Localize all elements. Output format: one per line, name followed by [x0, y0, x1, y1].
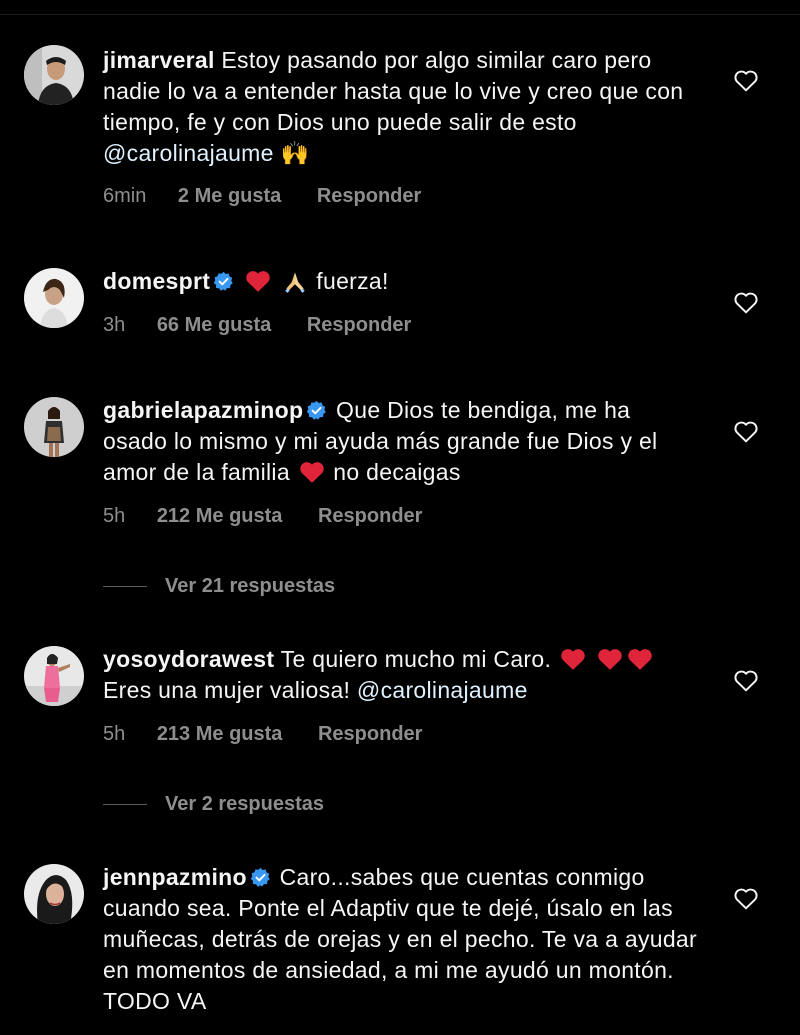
replies-divider: [103, 804, 147, 806]
reply-button[interactable]: Responder: [317, 185, 421, 207]
avatar[interactable]: [24, 268, 84, 328]
avatar[interactable]: [24, 646, 84, 706]
comment-username[interactable]: jennpazmino: [103, 864, 247, 890]
replies-divider: [103, 586, 147, 588]
view-replies-label: Ver 2 respuestas: [165, 793, 324, 815]
red-heart-emoji-icon: [597, 649, 622, 670]
red-heart-emoji-icon: [246, 271, 270, 292]
raised-hands-emoji: 🙌: [273, 140, 310, 166]
heart-outline-icon[interactable]: [733, 290, 759, 314]
comment-text-end: Eres una mujer valiosa!: [103, 677, 357, 703]
comment-time: 6min: [103, 185, 147, 207]
comment-likes[interactable]: 2 Me gusta: [178, 185, 281, 207]
comment-username[interactable]: gabrielapazminop: [103, 397, 303, 423]
heart-outline-icon[interactable]: [733, 419, 759, 443]
view-replies-button[interactable]: Ver 2 respuestas: [103, 793, 324, 816]
comment-time: 3h: [103, 314, 126, 336]
comment-username[interactable]: jimarveral: [103, 47, 215, 73]
heart-outline-icon[interactable]: [733, 886, 759, 910]
view-replies-label: Ver 21 respuestas: [165, 575, 336, 597]
reply-button[interactable]: Responder: [318, 723, 422, 745]
comment-likes[interactable]: 213 Me gusta: [157, 723, 283, 745]
avatar[interactable]: [24, 397, 84, 457]
red-heart-emoji-icon: [627, 649, 652, 670]
mention-link[interactable]: @carolinajaume: [103, 140, 274, 166]
comment-username[interactable]: domesprt: [103, 268, 210, 294]
verified-badge-icon: [213, 271, 233, 291]
red-heart-emoji-icon: [299, 462, 324, 483]
comment-time: 5h: [103, 505, 126, 527]
avatar[interactable]: [24, 864, 84, 924]
comment-time: 5h: [103, 723, 126, 745]
heart-outline-icon[interactable]: [733, 668, 759, 692]
comment-username[interactable]: yosoydorawest: [103, 646, 274, 672]
mention-link[interactable]: @carolinajaume: [357, 677, 528, 703]
reply-button[interactable]: Responder: [318, 505, 422, 527]
comment-text: Te quiero mucho mi Caro.: [280, 646, 558, 672]
reply-button[interactable]: Responder: [307, 314, 411, 336]
avatar[interactable]: [24, 45, 84, 105]
view-replies-button[interactable]: Ver 21 respuestas: [103, 575, 335, 598]
heart-outline-icon[interactable]: [733, 68, 759, 92]
top-divider: [0, 14, 800, 15]
folded-hands-emoji-icon: [284, 272, 305, 293]
verified-badge-icon: [307, 400, 327, 420]
comment-likes[interactable]: 66 Me gusta: [157, 314, 271, 336]
red-heart-emoji-icon: [561, 649, 585, 670]
comment-likes[interactable]: 212 Me gusta: [157, 505, 283, 527]
comment-text: fuerza!: [309, 268, 389, 294]
comment-text-end: no decaigas: [326, 459, 461, 485]
verified-badge-icon: [250, 867, 270, 887]
